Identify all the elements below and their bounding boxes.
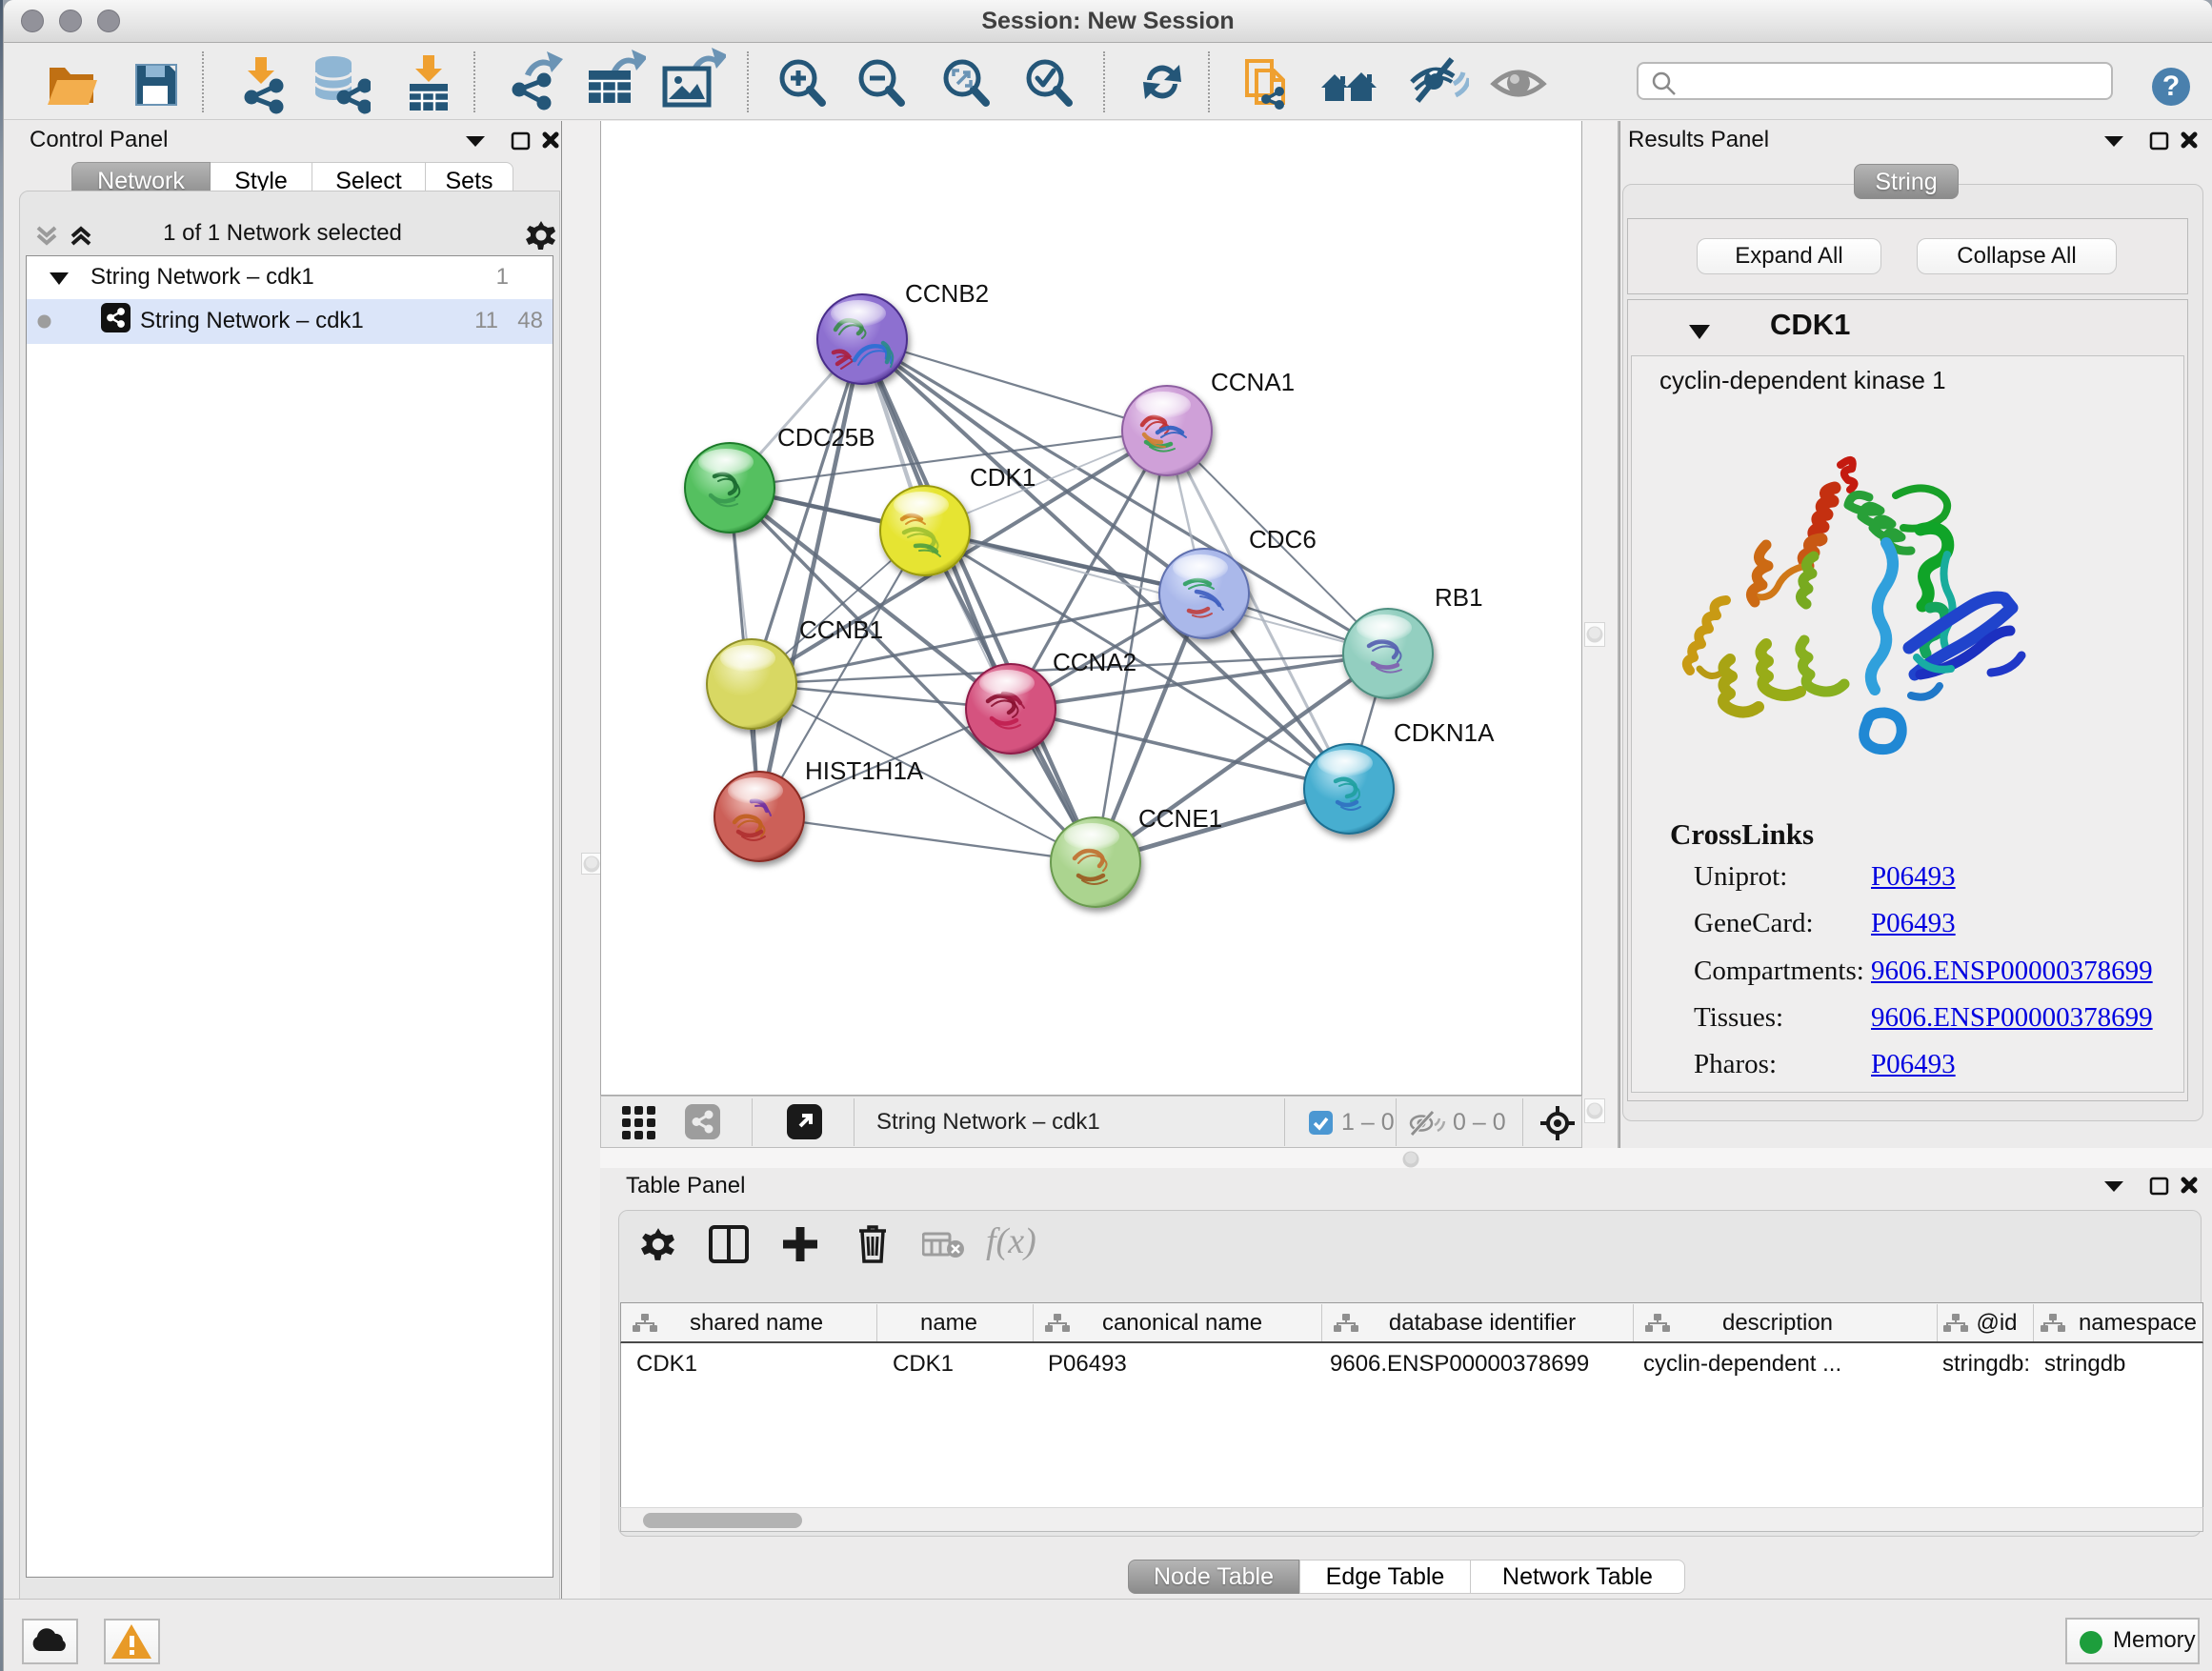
svg-text:CCNE1: CCNE1 [1138, 804, 1222, 833]
svg-text:RB1: RB1 [1435, 583, 1483, 612]
svg-text:CDKN1A: CDKN1A [1394, 718, 1495, 747]
svg-text:CDC25B: CDC25B [777, 423, 875, 452]
svg-text:CCNB1: CCNB1 [799, 615, 883, 644]
svg-text:CCNB2: CCNB2 [905, 279, 989, 308]
svg-text:CCNA2: CCNA2 [1053, 648, 1136, 676]
svg-text:CDK1: CDK1 [970, 463, 1036, 492]
svg-text:CCNA1: CCNA1 [1211, 368, 1295, 396]
svg-text:HIST1H1A: HIST1H1A [805, 756, 924, 785]
svg-text:CDC6: CDC6 [1249, 525, 1317, 554]
